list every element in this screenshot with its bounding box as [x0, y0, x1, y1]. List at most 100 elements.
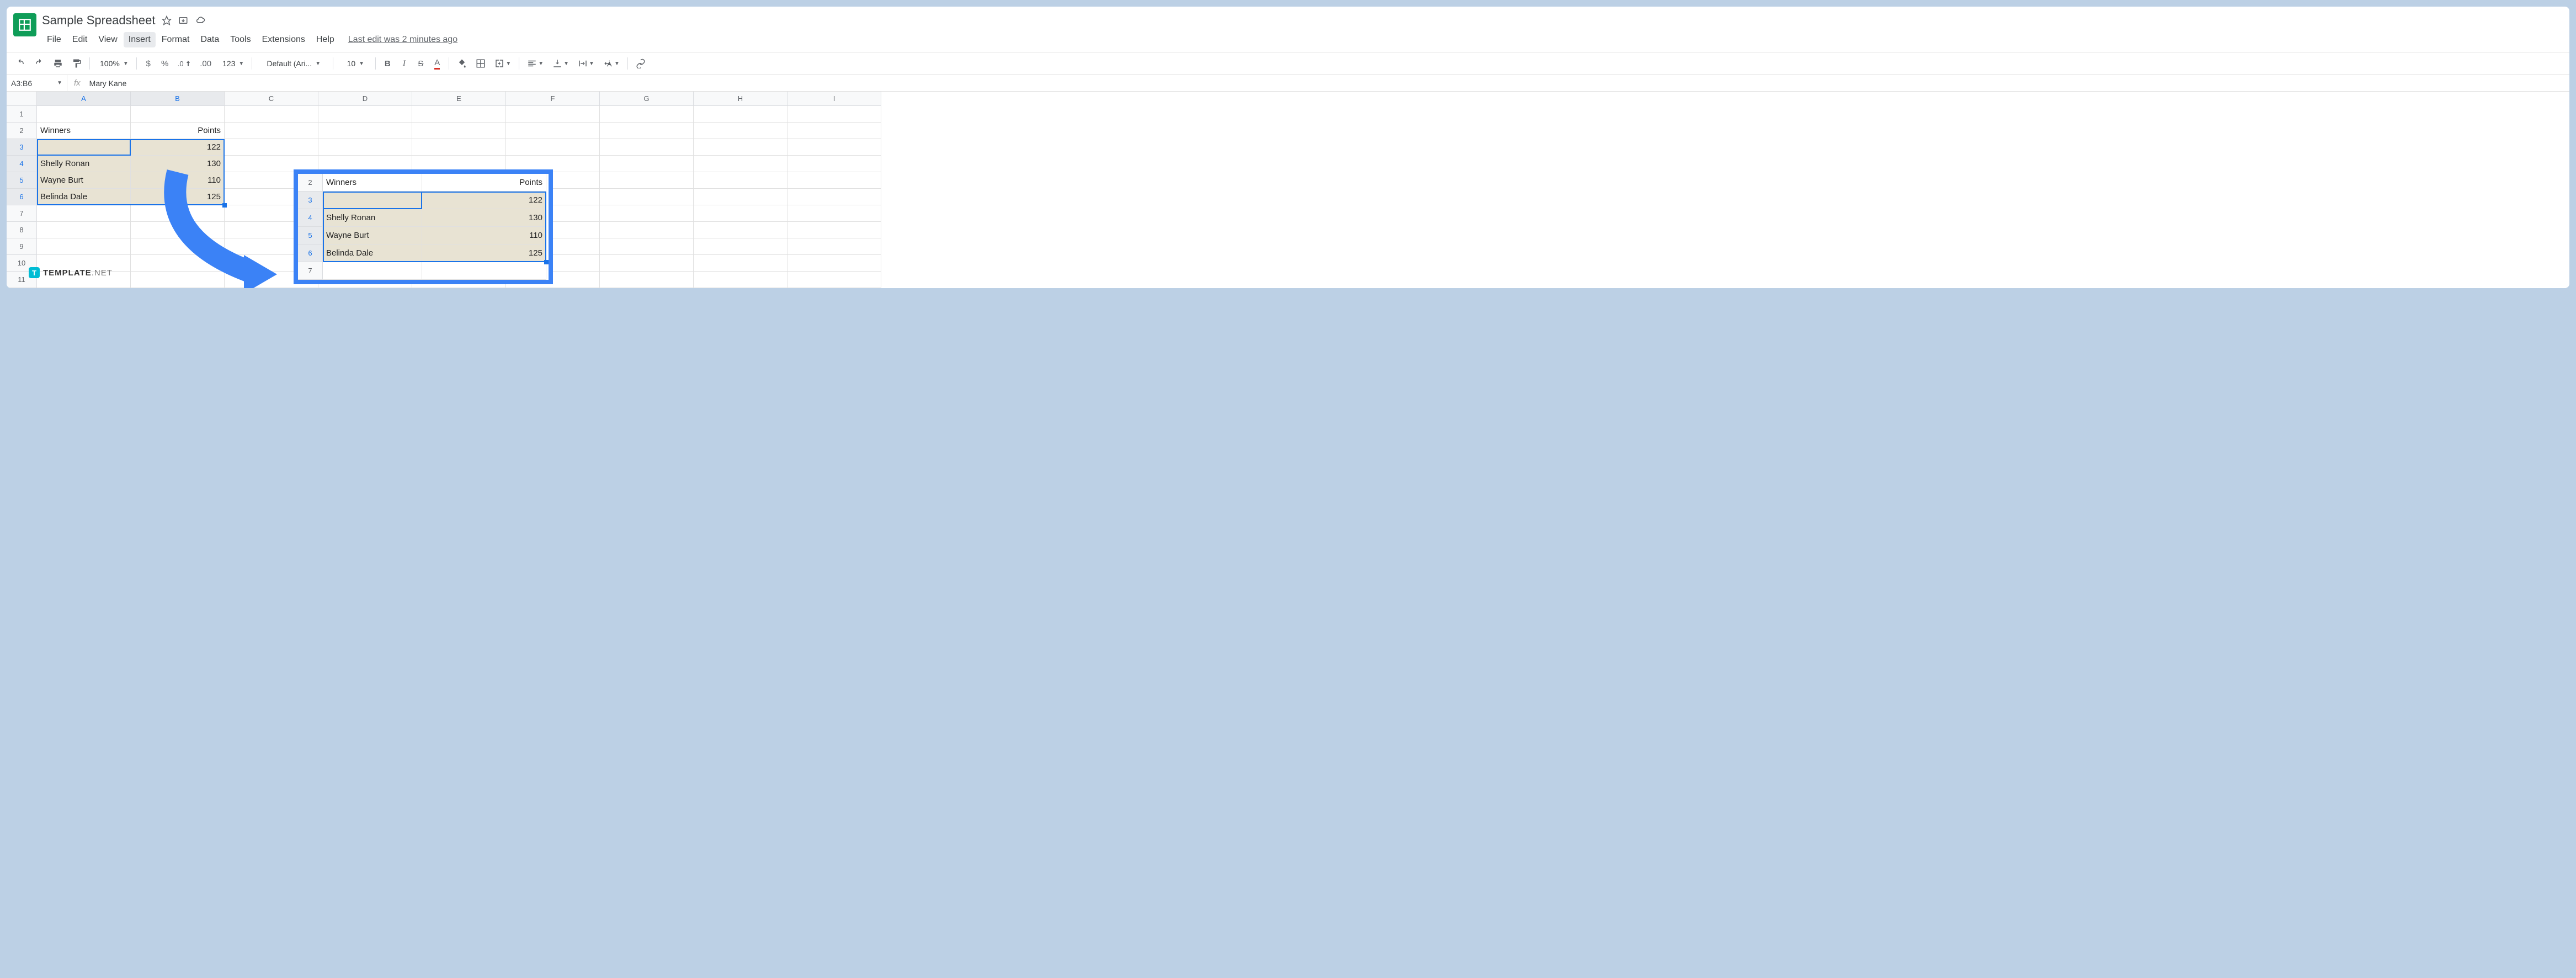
cell-H2[interactable] [694, 123, 787, 139]
menu-file[interactable]: File [42, 32, 66, 47]
menu-extensions[interactable]: Extensions [257, 32, 310, 47]
cloud-icon[interactable] [195, 15, 206, 25]
cell-G6[interactable] [600, 189, 694, 205]
increase-decimal-button[interactable]: .00 [196, 56, 215, 71]
cell-I5[interactable] [787, 172, 881, 189]
cell-I3[interactable] [787, 139, 881, 156]
move-icon[interactable] [178, 15, 188, 25]
col-header-A[interactable]: A [37, 92, 131, 106]
cell-A7[interactable] [37, 205, 131, 222]
col-header-B[interactable]: B [131, 92, 225, 106]
cell-F2[interactable] [506, 123, 600, 139]
formula-value[interactable]: Mary Kane [87, 79, 129, 88]
row-header-5[interactable]: 5 [7, 172, 37, 189]
cell-I4[interactable] [787, 156, 881, 172]
halign-button[interactable]: ▼ [524, 56, 547, 71]
col-header-H[interactable]: H [694, 92, 787, 106]
cell-H6[interactable] [694, 189, 787, 205]
cell-E2[interactable] [412, 123, 506, 139]
decrease-decimal-button[interactable]: .0 [174, 56, 194, 71]
doc-title[interactable]: Sample Spreadsheet [42, 13, 155, 28]
row-header-6[interactable]: 6 [7, 189, 37, 205]
cell-A9[interactable] [37, 238, 131, 255]
cell-I10[interactable] [787, 255, 881, 272]
cell-A3[interactable]: Mary Kane [37, 139, 131, 156]
star-icon[interactable] [162, 15, 172, 25]
cell-H7[interactable] [694, 205, 787, 222]
cell-G5[interactable] [600, 172, 694, 189]
font-dropdown[interactable]: Default (Ari...▼ [257, 56, 328, 71]
select-all-corner[interactable] [7, 92, 37, 106]
col-header-G[interactable]: G [600, 92, 694, 106]
menu-view[interactable]: View [93, 32, 122, 47]
row-header-2[interactable]: 2 [7, 123, 37, 139]
cell-H11[interactable] [694, 272, 787, 288]
cell-A1[interactable] [37, 106, 131, 123]
zoom-dropdown[interactable]: 100%▼ [94, 56, 132, 71]
cell-F3[interactable] [506, 139, 600, 156]
row-header-8[interactable]: 8 [7, 222, 37, 238]
row-header-9[interactable]: 9 [7, 238, 37, 255]
name-box[interactable]: A3:B6▼ [7, 75, 67, 91]
cell-I2[interactable] [787, 123, 881, 139]
undo-button[interactable] [12, 56, 29, 71]
italic-button[interactable]: I [397, 56, 411, 71]
merge-button[interactable]: ▼ [491, 56, 514, 71]
format-123-button[interactable]: 123▼ [217, 56, 247, 71]
row-header-3[interactable]: 3 [7, 139, 37, 156]
cell-G2[interactable] [600, 123, 694, 139]
fill-color-button[interactable] [454, 56, 470, 71]
cell-H8[interactable] [694, 222, 787, 238]
percent-button[interactable]: % [158, 56, 172, 71]
row-header-7[interactable]: 7 [7, 205, 37, 222]
cell-E3[interactable] [412, 139, 506, 156]
cell-G10[interactable] [600, 255, 694, 272]
cell-D1[interactable] [318, 106, 412, 123]
cell-G8[interactable] [600, 222, 694, 238]
font-size-dropdown[interactable]: 10▼ [338, 56, 371, 71]
col-header-D[interactable]: D [318, 92, 412, 106]
cell-H5[interactable] [694, 172, 787, 189]
col-header-I[interactable]: I [787, 92, 881, 106]
cell-B1[interactable] [131, 106, 225, 123]
wrap-button[interactable]: ▼ [574, 56, 598, 71]
cell-I7[interactable] [787, 205, 881, 222]
cell-C3[interactable] [225, 139, 318, 156]
menu-help[interactable]: Help [311, 32, 339, 47]
rotate-button[interactable]: ▼ [600, 56, 623, 71]
cell-F1[interactable] [506, 106, 600, 123]
cell-H3[interactable] [694, 139, 787, 156]
cell-I8[interactable] [787, 222, 881, 238]
cell-H1[interactable] [694, 106, 787, 123]
cell-I9[interactable] [787, 238, 881, 255]
redo-button[interactable] [31, 56, 47, 71]
cell-G1[interactable] [600, 106, 694, 123]
row-header-1[interactable]: 1 [7, 106, 37, 123]
cell-G4[interactable] [600, 156, 694, 172]
cell-A4[interactable]: Shelly Ronan [37, 156, 131, 172]
sheets-logo[interactable] [13, 13, 36, 36]
cell-B2[interactable]: Points [131, 123, 225, 139]
cell-H4[interactable] [694, 156, 787, 172]
cell-D3[interactable] [318, 139, 412, 156]
cell-I1[interactable] [787, 106, 881, 123]
cell-G7[interactable] [600, 205, 694, 222]
cell-C1[interactable] [225, 106, 318, 123]
cell-G3[interactable] [600, 139, 694, 156]
menu-edit[interactable]: Edit [67, 32, 93, 47]
bold-button[interactable]: B [380, 56, 395, 71]
cell-G11[interactable] [600, 272, 694, 288]
cell-C2[interactable] [225, 123, 318, 139]
cell-H10[interactable] [694, 255, 787, 272]
valign-button[interactable]: ▼ [549, 56, 572, 71]
col-header-C[interactable]: C [225, 92, 318, 106]
col-header-E[interactable]: E [412, 92, 506, 106]
menu-data[interactable]: Data [195, 32, 224, 47]
link-button[interactable] [632, 56, 649, 71]
cell-D2[interactable] [318, 123, 412, 139]
print-button[interactable] [50, 56, 66, 71]
cell-A5[interactable]: Wayne Burt [37, 172, 131, 189]
text-color-button[interactable]: A [430, 56, 444, 71]
menu-format[interactable]: Format [157, 32, 195, 47]
col-header-F[interactable]: F [506, 92, 600, 106]
